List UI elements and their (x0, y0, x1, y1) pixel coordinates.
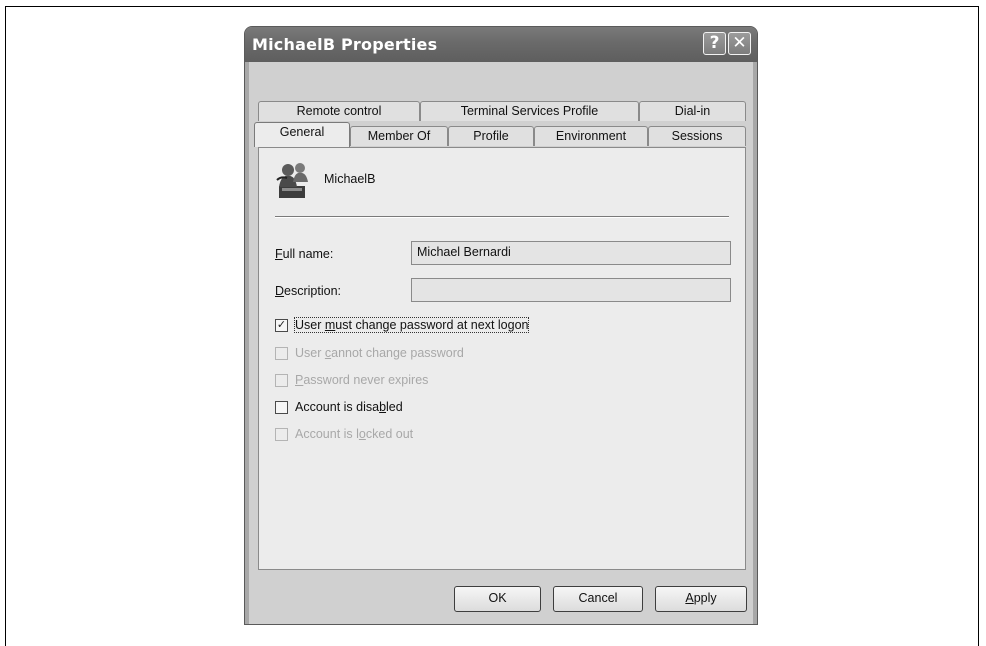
apply-button[interactable]: Apply (655, 586, 747, 612)
description-field[interactable] (411, 278, 731, 302)
full-name-label: Full name: (275, 247, 334, 261)
tab-profile[interactable]: Profile (448, 126, 534, 146)
tab-remote-control[interactable]: Remote control (258, 101, 420, 121)
tab-general[interactable]: General (254, 122, 350, 147)
description-label: Description: (275, 284, 342, 298)
title-bar[interactable]: MichaelB Properties ? ✕ (245, 27, 757, 62)
checkbox-box[interactable]: ✓ (275, 319, 288, 332)
checkbox-box[interactable] (275, 428, 288, 441)
ok-button[interactable]: OK (454, 586, 541, 612)
properties-dialog: MichaelB Properties ? ✕ Remote control T… (245, 27, 757, 624)
general-tab-panel: MichaelB Full name: Michael Bernardi Des… (258, 147, 746, 570)
checkbox-box[interactable] (275, 374, 288, 387)
user-name: MichaelB (324, 172, 376, 186)
help-button[interactable]: ? (703, 32, 726, 55)
checkbox-label: User must change password at next logon (293, 317, 530, 333)
tab-member-of[interactable]: Member Of (350, 126, 448, 146)
checkbox-label: Account is locked out (295, 427, 414, 441)
tab-sessions[interactable]: Sessions (648, 126, 746, 146)
full-name-field[interactable]: Michael Bernardi (411, 241, 731, 265)
tab-terminal-services-profile[interactable]: Terminal Services Profile (420, 101, 639, 121)
checkbox-box[interactable] (275, 401, 288, 414)
checkbox-label: User cannot change password (295, 346, 464, 360)
close-button[interactable]: ✕ (728, 32, 751, 55)
checkbox-label: Account is disabled (295, 400, 403, 414)
cancel-button[interactable]: Cancel (553, 586, 643, 612)
user-icon (276, 163, 308, 198)
tab-environment[interactable]: Environment (534, 126, 648, 146)
tab-dial-in[interactable]: Dial-in (639, 101, 746, 121)
dialog-client-area: Remote control Terminal Services Profile… (249, 62, 753, 624)
checkbox-box[interactable] (275, 347, 288, 360)
window-title: MichaelB Properties (252, 35, 438, 54)
divider (275, 216, 729, 218)
checkbox-label: Password never expires (295, 373, 429, 387)
